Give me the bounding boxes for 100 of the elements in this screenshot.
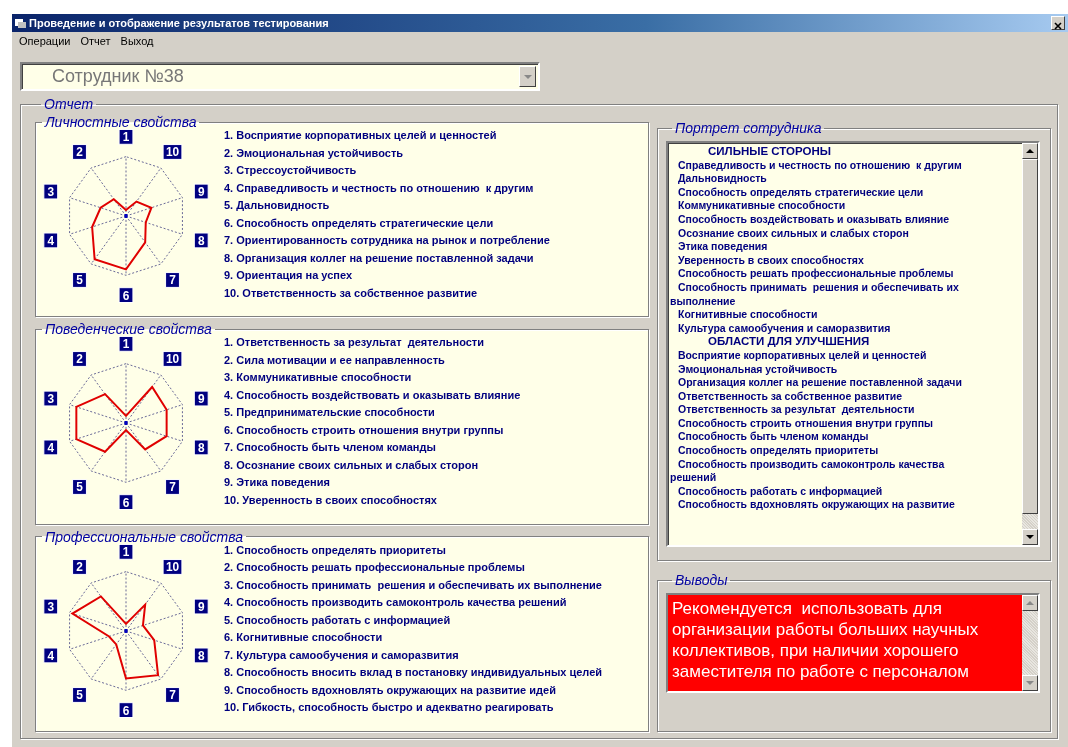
property-item: 9. Этика поведения — [224, 475, 331, 491]
axis-label: 5 — [72, 272, 87, 288]
property-item: 9. Ориентация на успех — [224, 268, 354, 283]
dropdown-value: Сотрудник №38 — [51, 65, 185, 88]
property-item: 6. Когнитивные способности — [224, 630, 384, 646]
property-item: 5. Дальновидность — [224, 198, 331, 213]
caret-icon — [523, 74, 532, 79]
scroll-up-icon — [1026, 149, 1034, 153]
axis-label: 1 — [118, 336, 134, 353]
dropdown-button[interactable] — [519, 66, 536, 87]
axis-label: 9 — [193, 390, 209, 407]
axis-label: 8 — [193, 439, 209, 456]
property-item: 3. Стрессоустойчивость — [224, 163, 358, 178]
list-item: Способность определять приоритеты — [677, 444, 880, 458]
property-item: 7. Культура самообучения и саморазвития — [224, 647, 460, 663]
menu-item[interactable]: Отчет — [75, 32, 116, 50]
axis-label: 10 — [162, 351, 183, 368]
property-item: 1. Ответственность за результат деятельности — [224, 335, 485, 351]
menu-item[interactable]: Операции — [14, 32, 76, 50]
property-item: 10. Уверенность в своих способностях — [224, 492, 438, 508]
list-item: Восприятие корпоративных целей и ценностей — [677, 348, 928, 363]
axis-label: 9 — [193, 598, 209, 615]
property-item: 4. Способность воздействовать и оказывать влияние — [224, 387, 521, 403]
axis-label: 3 — [43, 598, 59, 615]
conclusion-text: Рекомендуется использовать для организации работы больших научных коллективов, при наличии хорошего заместителя по работе с персоналом — [671, 598, 980, 683]
property-item: 9. Способность вдохновлять окружающих на развитие идей — [224, 682, 557, 698]
property-item: 8. Способность вносить вклад в постановку индивидуальных целей — [224, 665, 603, 681]
group-title: Выводы — [675, 572, 728, 588]
list-heading: ОБЛАСТИ ДЛЯ УЛУЧШЕНИЯ — [707, 335, 871, 349]
list-item: Способность работать с информацией — [677, 484, 884, 499]
axis-label: 5 — [72, 479, 87, 496]
list-item: Способность определять стратегические цели — [677, 185, 925, 200]
axis-label: 6 — [118, 287, 134, 303]
scroll-up-icon — [1026, 601, 1034, 605]
property-item: 1. Способность определять приоритеты — [224, 542, 447, 558]
scroll-down-button[interactable] — [1022, 675, 1038, 691]
axis-label: 4 — [43, 439, 59, 456]
axis-label: 1 — [118, 543, 134, 560]
list-item: Способность строить отношения внутри группы — [677, 416, 934, 431]
list-item: Организация коллег на решение поставленной задачи — [677, 376, 962, 390]
list-item: Способность воздействовать и оказывать влияние — [677, 212, 951, 227]
center-marker — [124, 421, 128, 426]
list-item: Справедливость и честность по отношению к другим — [677, 158, 962, 173]
group-title: Отчет — [44, 96, 94, 112]
list-item: Коммуникативные способности — [677, 199, 847, 213]
section-title: Профессиональные свойства — [45, 528, 244, 545]
axis-label: 2 — [72, 558, 87, 575]
axis-label: 8 — [193, 647, 209, 663]
scroll-down-button[interactable] — [1022, 529, 1038, 545]
property-item: 5. Предпринимательские способности — [224, 405, 436, 421]
property-item: 7. Способность быть членом команды — [224, 440, 437, 456]
axis-label: 4 — [43, 232, 59, 249]
property-item: 3. Коммуникативные способности — [224, 370, 413, 386]
axis-label: 10 — [162, 144, 183, 160]
app-icon — [15, 18, 26, 28]
list-item: Осознание своих сильных и слабых сторон — [677, 226, 910, 241]
list-item: Этика поведения — [677, 240, 769, 254]
scroll-down-icon — [1026, 681, 1034, 685]
property-item: 2. Эмоциональная устойчивость — [224, 145, 405, 161]
axis-label: 7 — [165, 479, 180, 496]
property-item: 8. Осознание своих сильных и слабых сторон — [224, 457, 480, 473]
menu-item[interactable]: Выход — [115, 32, 159, 50]
axis-label: 1 — [118, 128, 134, 145]
center-marker — [124, 628, 128, 633]
property-item: 4. Способность производить самоконтроль качества решений — [224, 595, 568, 611]
axis-label: 2 — [72, 144, 87, 160]
list-item: Способность быть членом команды — [677, 430, 870, 445]
list-item: Ответственность за результат деятельности — [677, 403, 916, 417]
axis-label: 3 — [43, 183, 59, 200]
list-item: Эмоциональная устойчивость — [677, 362, 839, 377]
close-icon — [1054, 22, 1062, 31]
scrollbar[interactable] — [1022, 595, 1038, 691]
list-item: Дальновидность — [677, 172, 768, 186]
axis-label: 6 — [118, 701, 134, 718]
axis-label: 9 — [193, 183, 209, 200]
property-item: 3. Способность принимать решения и обеспечивать их выполнение — [224, 577, 603, 593]
axis-label: 6 — [118, 494, 134, 511]
scroll-up-button[interactable] — [1022, 595, 1038, 611]
list-item: Культура самообучения и саморазвития — [677, 321, 892, 336]
axis-label: 10 — [162, 558, 183, 575]
property-item: 10. Ответственность за собственное развитие — [224, 285, 479, 301]
list-item: Когнитивные способности — [677, 308, 819, 322]
section-title: Личностные свойства — [45, 114, 197, 130]
property-item: 2. Сила мотивации и ее направленность — [224, 352, 446, 368]
axis-label: 7 — [165, 686, 180, 703]
list-item: Ответственность за собственное развитие — [677, 389, 904, 404]
property-item: 1. Восприятие корпоративных целей и ценностей — [224, 128, 498, 143]
list-item: Уверенность в своих способностях — [677, 253, 865, 268]
list-item: Способность решать профессиональные проблемы — [677, 267, 955, 281]
axis-label: 3 — [43, 390, 59, 407]
scroll-up-button[interactable] — [1022, 143, 1038, 159]
property-item: 5. Способность работать с информацией — [224, 612, 452, 628]
property-item: 10. Гибкость, способность быстро и адекватно реагировать — [224, 700, 555, 716]
axis-label: 8 — [193, 232, 209, 249]
close-button[interactable] — [1051, 16, 1065, 30]
employee-dropdown[interactable]: Сотрудник №38 — [20, 62, 540, 91]
window-title: Проведение и отображение результатов тестирования — [29, 15, 330, 31]
list-item: Способность вдохновлять окружающих на развитие — [677, 498, 956, 513]
property-item: 8. Организация коллег на решение поставленной задачи — [224, 250, 535, 266]
axis-label: 7 — [165, 272, 180, 288]
